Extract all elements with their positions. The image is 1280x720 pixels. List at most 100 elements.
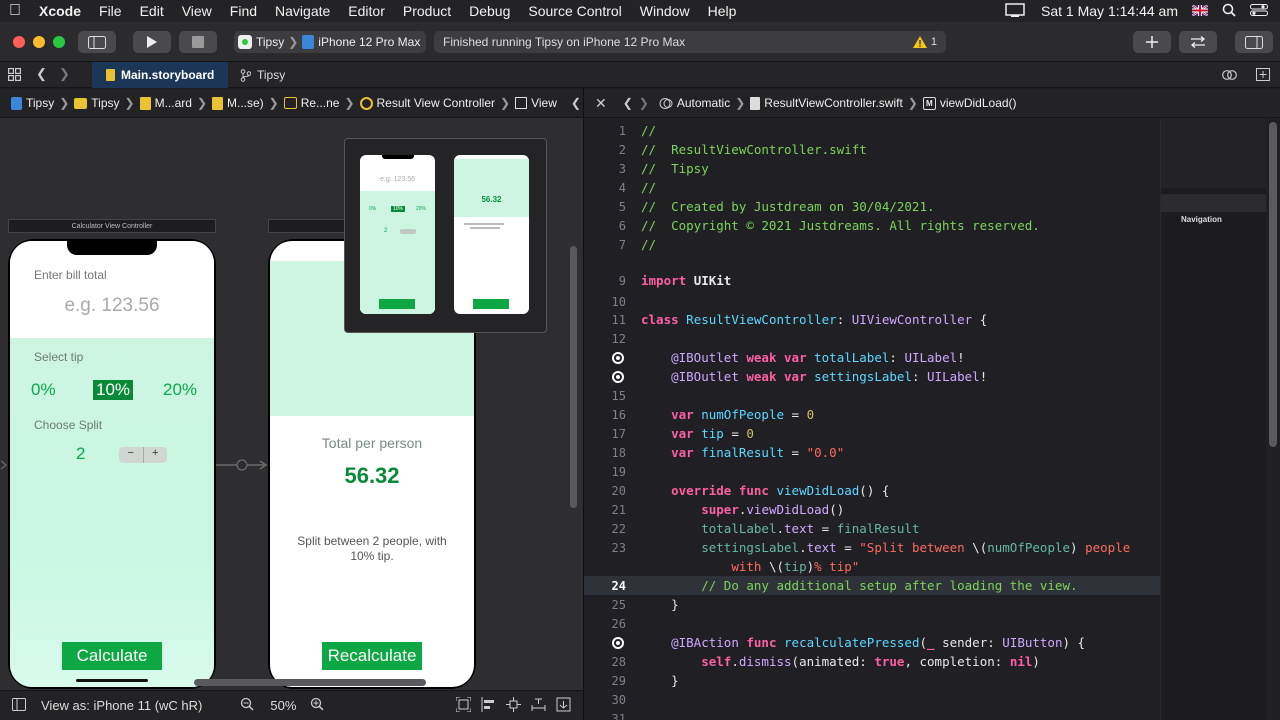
link-icon[interactable] [1222,68,1238,86]
embed-in-icon[interactable] [556,697,571,715]
source-editor[interactable]: 1// 2// ResultViewController.swift 3// T… [584,118,1160,720]
resolve-issues-icon[interactable] [531,697,546,715]
menu-app-name[interactable]: Xcode [30,3,90,19]
zoom-level[interactable]: 50% [270,698,296,713]
recalculate-button[interactable]: Recalculate [322,642,422,670]
code-review-button[interactable] [1179,31,1217,53]
split-label: Choose Split [34,418,103,432]
menu-debug[interactable]: Debug [460,3,519,19]
close-editor-icon[interactable]: ✕ [592,95,610,112]
branch-icon [240,68,251,82]
jump-project[interactable]: Tipsy [8,96,57,110]
run-button[interactable] [133,31,171,53]
tab-tipsy[interactable]: Tipsy [240,62,285,88]
menu-find[interactable]: Find [221,3,266,19]
code-minimap[interactable]: Navigation [1160,118,1267,720]
update-frames-icon[interactable] [455,696,472,715]
jump-automatic[interactable]: Automatic [656,96,733,110]
split-stepper[interactable]: − + [119,447,167,463]
jump-scene[interactable]: Re...ne [281,96,343,110]
jump-group[interactable]: Tipsy [71,96,122,110]
warnings-indicator[interactable]: 1 [912,36,937,48]
zoom-window-button[interactable] [53,36,65,48]
editor-scrollbar-thumb[interactable] [1269,122,1277,447]
forward-arrow-icon[interactable]: ❯ [59,66,70,82]
jump-method[interactable]: M viewDidLoad() [920,96,1020,110]
apple-menu-icon[interactable]:  [0,2,30,20]
previous-issue-icon[interactable]: ❮ [571,96,581,110]
total-label: 56.32 [344,463,400,488]
calculator-scene[interactable]: Enter bill total e.g. 123.56 Select tip … [8,239,216,689]
canvas-horizontal-scrollbar[interactable] [194,679,426,686]
tip-0-button[interactable]: 0% [31,380,56,400]
library-add-button[interactable] [1133,31,1171,53]
flag-uk-icon[interactable] [1191,3,1209,19]
grid-icon[interactable] [8,68,22,86]
overview-calculator-thumb[interactable]: e.g. 123.56 0% 10% 20% 2 [360,155,435,314]
scheme-selector[interactable]: Tipsy ❯ iPhone 12 Pro Max [234,31,426,53]
canvas-vertical-scrollbar[interactable] [570,246,577,508]
menu-view[interactable]: View [173,3,221,19]
zoom-in-icon[interactable] [310,697,324,714]
jump-swift-file[interactable]: ResultViewController.swift [747,96,906,110]
method-icon: M [922,96,936,110]
display-mirroring-icon[interactable] [1005,2,1027,20]
menu-product[interactable]: Product [394,3,460,19]
action-connected-icon[interactable] [612,636,624,649]
device-config-button[interactable]: View as: iPhone 11 (wC hR) [41,698,202,713]
menu-help[interactable]: Help [699,3,746,19]
minimize-window-button[interactable] [33,36,45,48]
menu-window[interactable]: Window [631,3,699,19]
forward-arrow-icon[interactable]: ❯ [636,96,652,110]
jump-view[interactable]: View [512,96,560,110]
overview-result-thumb[interactable]: 56.32 [454,155,529,314]
outline-toggle-icon[interactable] [12,697,26,714]
stepper-plus[interactable]: + [144,447,168,463]
play-icon [147,36,157,48]
canvas-overview-popover[interactable]: e.g. 123.56 0% 10% 20% 2 56.32 [344,138,547,333]
menu-edit[interactable]: Edit [131,3,173,19]
close-window-button[interactable] [13,36,25,48]
storyboard-canvas[interactable]: Calculator View Controller Enter bill to… [0,118,583,690]
code-line: 19 [611,464,626,479]
jump-view-controller[interactable]: Result View Controller [357,96,499,110]
tip-10-button[interactable]: 10% [93,380,134,400]
outlet-connected-icon[interactable] [612,370,624,383]
control-center-icon[interactable] [1250,3,1268,19]
split-number-label: 2 [76,444,86,463]
menubar-clock[interactable]: Sat 1 May 1:14:44 am [1041,3,1178,19]
code-line: 16 var numOfPeople = 0 [611,407,815,422]
scene-title-calculator[interactable]: Calculator View Controller [8,219,216,233]
add-editor-icon[interactable] [1256,68,1270,86]
home-indicator [76,679,148,682]
bill-text-field[interactable]: e.g. 123.56 [10,295,214,317]
inspector-toggle-button[interactable] [1235,31,1273,53]
minimap-visible-region[interactable] [1161,118,1267,188]
bill-label: Enter bill total [34,268,107,282]
menu-navigate[interactable]: Navigate [266,3,339,19]
zoom-out-icon[interactable] [240,697,254,714]
navigator-toggle-button[interactable] [78,31,116,53]
tab-main-storyboard[interactable]: Main.storyboard [92,62,228,88]
align-icon[interactable] [481,696,496,715]
back-arrow-icon[interactable]: ❮ [620,96,636,110]
menu-editor[interactable]: Editor [339,3,394,19]
menu-source-control[interactable]: Source Control [519,3,630,19]
back-arrow-icon[interactable]: ❮ [36,66,47,82]
code-line: 18 var finalResult = "0.0" [611,445,845,460]
jump-base[interactable]: M...se) [209,96,267,110]
mini-tip-20: 20% [416,206,427,212]
menu-file[interactable]: File [90,3,131,19]
segue-arrow[interactable] [216,458,268,471]
outlet-connected-icon[interactable] [612,351,624,364]
add-constraints-icon[interactable] [506,696,521,715]
issue-navigation[interactable]: ❮ ❯ [568,96,583,110]
jump-storyboard[interactable]: M...ard [137,96,195,110]
spotlight-search-icon[interactable] [1222,3,1236,20]
stop-button[interactable] [179,31,217,53]
stepper-minus[interactable]: − [119,447,144,463]
tip-20-button[interactable]: 20% [163,380,197,400]
tip-label: Select tip [34,350,84,364]
calculate-button[interactable]: Calculate [62,642,162,670]
editor-scrollbar[interactable] [1266,118,1280,720]
